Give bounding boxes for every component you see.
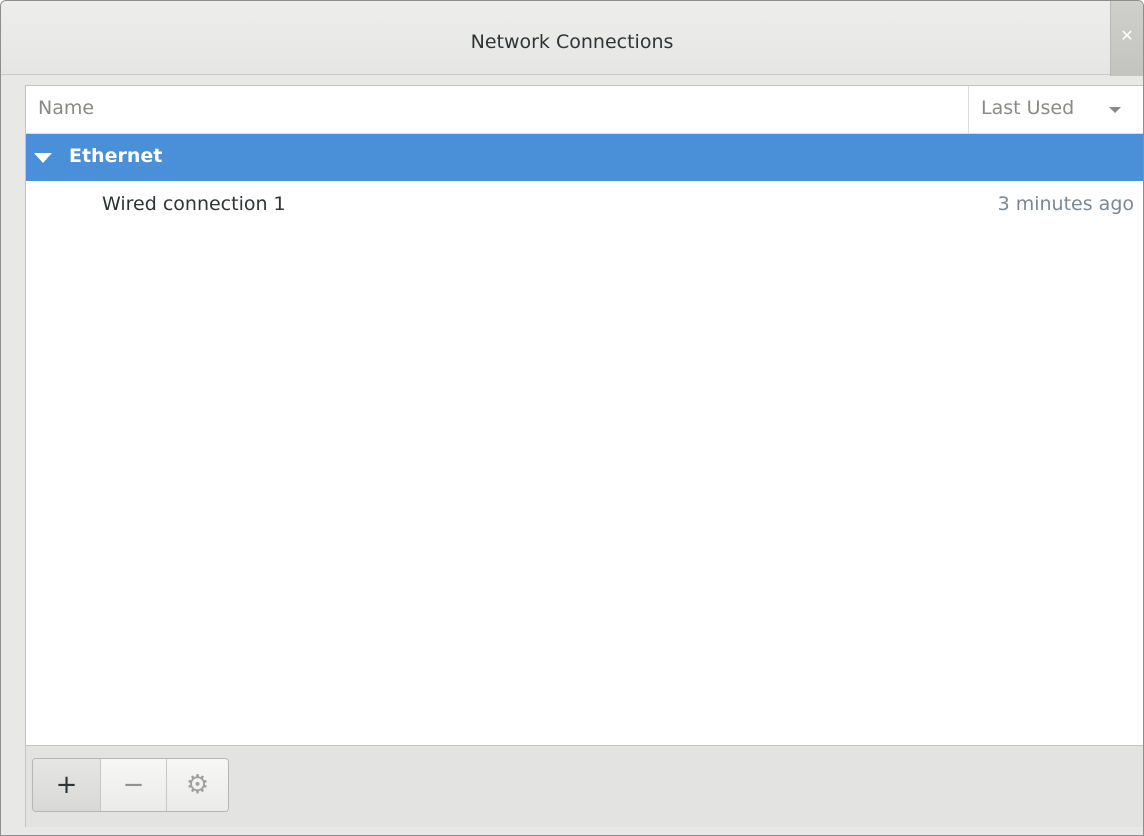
- group-label: Ethernet: [69, 145, 163, 167]
- plus-icon: +: [55, 770, 78, 800]
- column-header-last-used[interactable]: Last Used: [968, 86, 1143, 133]
- expander-arrow-icon[interactable]: [34, 153, 52, 163]
- close-icon: ✕: [1120, 26, 1134, 45]
- close-button[interactable]: ✕: [1110, 1, 1143, 76]
- connection-last-used: 3 minutes ago: [997, 193, 1134, 215]
- gear-icon: ⚙: [185, 770, 210, 800]
- bottom-toolbar: + − ⚙: [26, 745, 1143, 827]
- column-header-last-used-label: Last Used: [981, 97, 1075, 119]
- connection-name: Wired connection 1: [102, 193, 286, 215]
- titlebar[interactable]: Network Connections ✕: [1, 1, 1143, 76]
- edit-connection-button[interactable]: ⚙: [166, 759, 228, 811]
- network-connections-window: Network Connections ✕ Name Last Used Eth…: [0, 0, 1144, 836]
- remove-connection-button[interactable]: −: [100, 759, 166, 811]
- group-row-ethernet[interactable]: Ethernet: [26, 134, 1143, 181]
- minus-icon: −: [122, 770, 145, 800]
- list-item[interactable]: Wired connection 1 3 minutes ago: [26, 182, 1143, 228]
- toolbar-button-group: + − ⚙: [32, 758, 229, 812]
- connections-list[interactable]: Name Last Used Ethernet Wired connection…: [25, 85, 1143, 827]
- window-title: Network Connections: [470, 31, 674, 53]
- list-header: Name Last Used: [26, 86, 1143, 134]
- add-connection-button[interactable]: +: [33, 759, 100, 811]
- chevron-down-icon: [1109, 107, 1121, 113]
- column-header-name[interactable]: Name: [38, 97, 94, 119]
